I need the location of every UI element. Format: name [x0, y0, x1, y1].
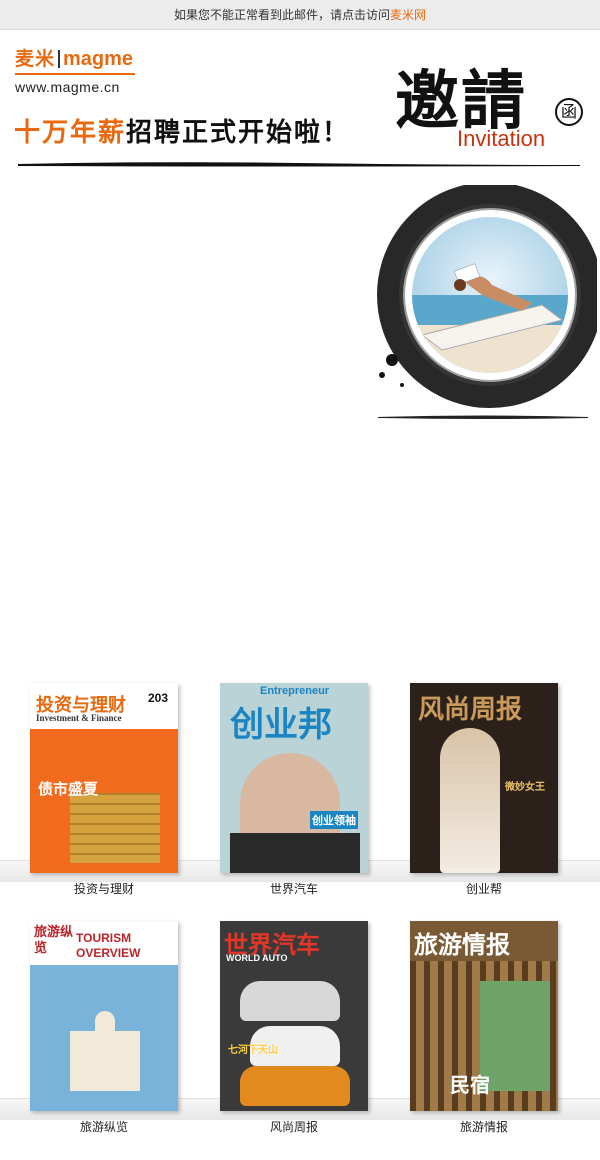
notice-bar: 如果您不能正常看到此邮件，请点击访问麦米网: [0, 0, 600, 30]
invitation-seal: 函: [555, 98, 583, 126]
cover-6-title: 旅游情报: [414, 930, 510, 959]
magme-logo[interactable]: 麦米 magme www.magme.cn: [15, 44, 140, 95]
ink-circle-illustration: [377, 185, 597, 408]
magazine-label-6[interactable]: 旅游情报: [389, 1118, 579, 1135]
brush-divider: [18, 162, 580, 167]
cover-4-subtitle: TOURISM OVERVIEW: [76, 931, 141, 960]
magazine-cover-4[interactable]: 旅游纵览 TOURISM OVERVIEW: [30, 921, 178, 1111]
notice-text: 如果您不能正常看到此邮件，请点击访问: [173, 8, 390, 22]
magazine-cover-3[interactable]: 风尚周报 微妙女王: [410, 683, 558, 873]
headline-salary: 十万年薪: [14, 118, 127, 148]
cover-5-headline: 七河下天山: [228, 1045, 278, 1056]
cover-2-subtitle: Entrepreneur: [260, 685, 330, 697]
ink-underline: [378, 415, 588, 419]
logo-url: www.magme.cn: [15, 79, 120, 95]
logo-underline: [15, 73, 135, 75]
cover-3-headline: 微妙女王: [505, 782, 545, 793]
cover-2-title: 创业邦: [230, 705, 332, 745]
magazine-cover-5[interactable]: 世界汽车 WORLD AUTO 七河下天山: [220, 921, 368, 1111]
magme-site-link[interactable]: 麦米网: [390, 8, 426, 22]
cover-3-title: 风尚周报: [418, 695, 523, 725]
logo-cn: 麦米: [15, 48, 56, 70]
headline-announcement: 招聘正式开始啦！: [126, 118, 351, 148]
cover-5-subtitle: WORLD AUTO: [226, 953, 288, 963]
cover-4-title: 旅游纵览: [34, 925, 74, 956]
cover-1-issue: 203: [148, 691, 169, 705]
magazine-cover-6[interactable]: 旅游情报 民宿: [410, 921, 558, 1111]
invitation-calligraphy: 邀請 函 Invitation: [395, 50, 595, 160]
magazine-label-2[interactable]: 世界汽车: [199, 880, 389, 897]
logo-en: magme: [63, 48, 134, 70]
magazine-label-1[interactable]: 投资与理财: [9, 880, 199, 897]
cover-2-headline: 创业领袖: [310, 811, 358, 829]
cover-1-subtitle: Investment & Finance: [36, 713, 122, 723]
magazine-cover-1[interactable]: 投资与理财 Investment & Finance 203 债市盛夏: [30, 683, 178, 873]
cover-1-headline: 债市盛夏: [38, 780, 99, 798]
magazine-label-4[interactable]: 旅游纵览: [9, 1118, 199, 1135]
logo-divider: [58, 50, 61, 68]
recruitment-headline: 十万年薪招聘正式开始啦！: [14, 112, 350, 149]
cover-6-headline: 民宿: [450, 1073, 490, 1097]
magazine-label-3[interactable]: 创业帮: [389, 880, 579, 897]
magazine-cover-2[interactable]: Entrepreneur 创业邦 创业领袖: [220, 683, 368, 873]
invitation-english: Invitation: [457, 126, 546, 151]
magazine-label-5[interactable]: 风尚周报: [199, 1118, 389, 1135]
